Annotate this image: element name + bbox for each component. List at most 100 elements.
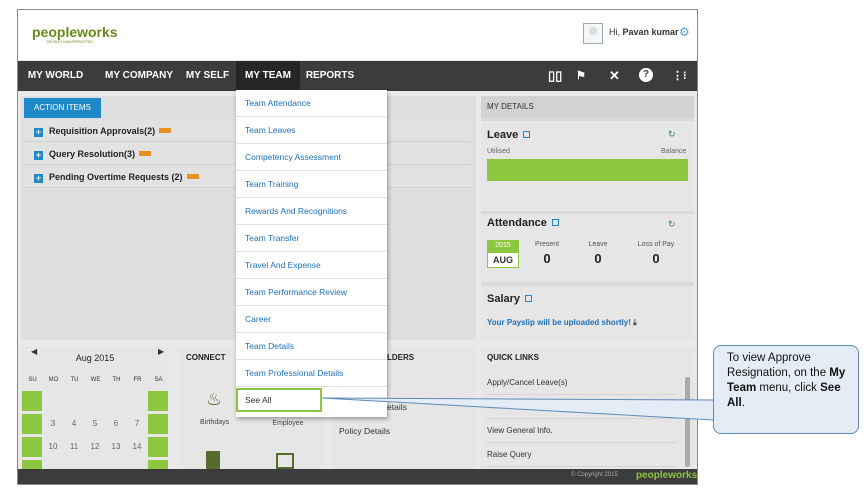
- calendar-day[interactable]: 11: [64, 437, 84, 457]
- calendar-panel: Aug 2015 ◀ ▶ SU MO TU WE TH FR SA 3 4 5 …: [21, 347, 169, 480]
- directory-link[interactable]: Employee Directory: [268, 419, 308, 428]
- calendar-day[interactable]: 4: [64, 414, 84, 434]
- my-details-panel: MY DETAILS Leave ↻ Utilised Balance Atte…: [481, 96, 694, 340]
- menu-item-travel-expense[interactable]: Travel And Expense: [236, 252, 387, 279]
- expand-icon[interactable]: [523, 131, 531, 138]
- calendar-day[interactable]: [22, 414, 42, 434]
- leave-balance-label: Balance: [661, 148, 687, 155]
- quick-link-apply-leave[interactable]: Apply/Cancel Leave(s): [487, 371, 677, 395]
- footer-bar: © Copyright 2015 peopleworks: [18, 469, 698, 484]
- book-icon[interactable]: [206, 451, 220, 469]
- peopleworks-logo[interactable]: peopleworks GROWTH UNINTERRUPTED: [32, 24, 118, 44]
- birthday-cake-icon[interactable]: ♨: [206, 389, 222, 410]
- nav-my-self[interactable]: MY SELF: [180, 61, 235, 91]
- menu-item-see-all[interactable]: See All: [236, 388, 322, 412]
- menu-item-team-transfer[interactable]: Team Transfer: [236, 225, 387, 252]
- calendar-day[interactable]: [22, 391, 42, 411]
- copyright-text: © Copyright 2015: [571, 472, 618, 478]
- calendar-day[interactable]: 10: [43, 437, 63, 457]
- expand-icon[interactable]: [525, 295, 533, 302]
- birthdays-link[interactable]: Birthdays: [200, 419, 229, 426]
- menu-item-team-leaves[interactable]: Team Leaves: [236, 117, 387, 144]
- calendar-day[interactable]: 6: [106, 414, 126, 434]
- calendar-day[interactable]: 12: [85, 437, 105, 457]
- calendar-day[interactable]: 5: [85, 414, 105, 434]
- dow-label: WE: [90, 377, 101, 383]
- leave-progress-bar: [487, 159, 688, 181]
- new-badge: [186, 174, 199, 179]
- leave-title: Leave: [487, 129, 531, 141]
- calendar-day[interactable]: 14: [127, 437, 147, 457]
- pin-icon[interactable]: ⚑: [576, 68, 586, 84]
- download-icon[interactable]: ⤓: [633, 318, 637, 327]
- calendar-day[interactable]: [148, 437, 168, 457]
- refresh-icon[interactable]: ↻: [668, 129, 676, 140]
- expand-icon[interactable]: [551, 219, 559, 226]
- gear-icon[interactable]: ⚙: [679, 25, 690, 39]
- expand-icon[interactable]: +: [34, 151, 43, 160]
- calendar-day[interactable]: 13: [106, 437, 126, 457]
- header-bar: peopleworks GROWTH UNINTERRUPTED Hi, Pav…: [18, 10, 697, 60]
- sitemap-icon[interactable]: ⋮⁝: [672, 68, 687, 84]
- leave-utilised-label: Utilised: [487, 148, 510, 155]
- quick-link-raise-query[interactable]: Raise Query: [487, 443, 677, 467]
- calendar-day[interactable]: [148, 391, 168, 411]
- connect-title: CONNECT: [186, 353, 226, 362]
- quick-link-general-info[interactable]: View General Info.: [487, 419, 677, 443]
- calendar-day[interactable]: 3: [43, 414, 63, 434]
- dow-label: TH: [112, 377, 121, 383]
- quick-link-team-leave[interactable]: Team Leave Details: [487, 395, 677, 419]
- nav-my-company[interactable]: MY COMPANY: [95, 61, 183, 91]
- expand-icon[interactable]: +: [34, 174, 43, 183]
- menu-item-career[interactable]: Career: [236, 306, 387, 333]
- app-window: peopleworks GROWTH UNINTERRUPTED Hi, Pav…: [17, 9, 698, 485]
- calendar-day[interactable]: [148, 414, 168, 434]
- dow-label: FR: [133, 377, 142, 383]
- help-icon[interactable]: ?: [639, 68, 653, 82]
- refresh-icon[interactable]: ↻: [668, 219, 676, 230]
- next-month-icon[interactable]: ▶: [158, 347, 164, 356]
- calendar-day[interactable]: [22, 437, 42, 457]
- menu-item-team-details[interactable]: Team Details: [236, 333, 387, 360]
- salary-title: Salary: [487, 293, 533, 305]
- tools-icon[interactable]: ✕: [609, 68, 620, 84]
- quick-links-panel: QUICK LINKS Apply/Cancel Leave(s) Team L…: [481, 347, 694, 477]
- dow-label: TU: [70, 377, 79, 383]
- menu-item-team-attendance[interactable]: Team Attendance: [236, 90, 387, 117]
- menu-item-competency-assessment[interactable]: Competency Assessment: [236, 144, 387, 171]
- payslip-message: Your Payslip will be uploaded shortly! ⤓: [487, 318, 637, 327]
- footer-logo: peopleworks: [636, 470, 698, 481]
- attendance-month-badge[interactable]: 2015 AUG: [487, 240, 519, 270]
- loss-of-pay-stat: Loss of Pay 0: [637, 241, 675, 266]
- menu-item-team-professional-details[interactable]: Team Professional Details: [236, 360, 387, 387]
- nav-my-world[interactable]: MY WORLD: [18, 61, 93, 91]
- avatar[interactable]: [583, 23, 603, 44]
- dow-label: SA: [154, 377, 163, 383]
- nav-reports[interactable]: REPORTS: [300, 61, 360, 91]
- prev-month-icon[interactable]: ◀: [31, 347, 37, 356]
- my-details-title: MY DETAILS: [481, 96, 694, 118]
- leave-stat: Leave 0: [588, 241, 608, 266]
- menu-item-rewards[interactable]: Rewards And Recognitions: [236, 198, 387, 225]
- dow-label: MO: [48, 377, 59, 383]
- reminder-link[interactable]: etails: [387, 402, 407, 412]
- scrollbar[interactable]: [685, 377, 690, 467]
- expand-icon[interactable]: +: [34, 128, 43, 137]
- policy-details-link[interactable]: Policy Details: [339, 426, 390, 436]
- instruction-callout: To view Approve Resignation, on the My T…: [713, 345, 859, 434]
- user-greeting[interactable]: Hi, Pavan kumar: [609, 27, 679, 37]
- my-team-dropdown: Team Attendance Team Leaves Competency A…: [236, 90, 387, 417]
- main-nav: MY WORLD MY COMPANY MY SELF MY TEAM REPO…: [18, 61, 697, 91]
- book-icon[interactable]: ▯▯: [548, 68, 562, 84]
- calendar-day[interactable]: 7: [127, 414, 147, 434]
- news-icon[interactable]: [276, 453, 294, 469]
- menu-item-performance-review[interactable]: Team Performance Review: [236, 279, 387, 306]
- menu-item-team-training[interactable]: Team Training: [236, 171, 387, 198]
- new-badge: [159, 128, 172, 133]
- calendar-month: Aug 2015: [75, 353, 115, 363]
- nav-my-team[interactable]: MY TEAM: [236, 61, 300, 91]
- action-items-tab[interactable]: ACTION ITEMS: [24, 98, 101, 118]
- attendance-title: Attendance: [487, 217, 559, 229]
- dow-label: SU: [28, 377, 37, 383]
- reminders-title: LDERS: [387, 353, 415, 362]
